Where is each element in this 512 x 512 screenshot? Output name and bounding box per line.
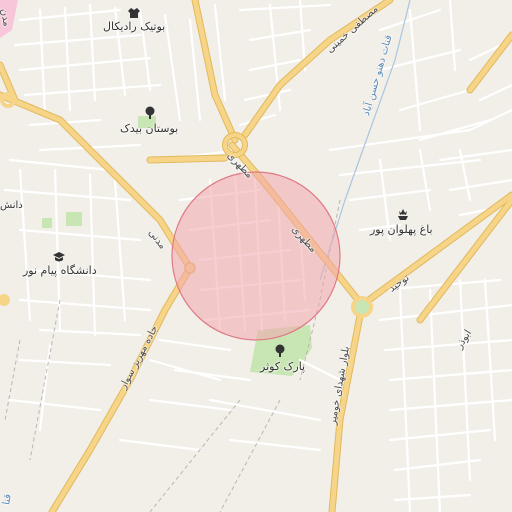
tree-icon xyxy=(275,344,285,357)
map-canvas xyxy=(0,0,512,512)
map-view[interactable]: بوتیک رادیکال بوستان بیدک باغ پهلوان پور… xyxy=(0,0,512,512)
graduation-cap-icon xyxy=(53,252,65,262)
location-accuracy-circle xyxy=(171,171,341,341)
place-label-payam-noor[interactable]: دانشگاه پیام نور xyxy=(23,264,97,277)
place-label-boutique[interactable]: بوتیک رادیکال xyxy=(103,20,165,33)
place-label-park-bidak[interactable]: بوستان بیدک xyxy=(120,122,178,135)
place-label-danesh[interactable]: دانش xyxy=(0,200,23,211)
shirt-icon xyxy=(128,8,140,18)
tree-icon xyxy=(145,106,155,119)
place-label-bagh-pahlavan[interactable]: باغ پهلوان پور xyxy=(370,223,433,236)
waterway-label-qanat-partial: قنا xyxy=(1,493,14,506)
place-label-park-kowsar[interactable]: پارک کوثر xyxy=(260,360,305,373)
garden-icon xyxy=(398,209,408,220)
